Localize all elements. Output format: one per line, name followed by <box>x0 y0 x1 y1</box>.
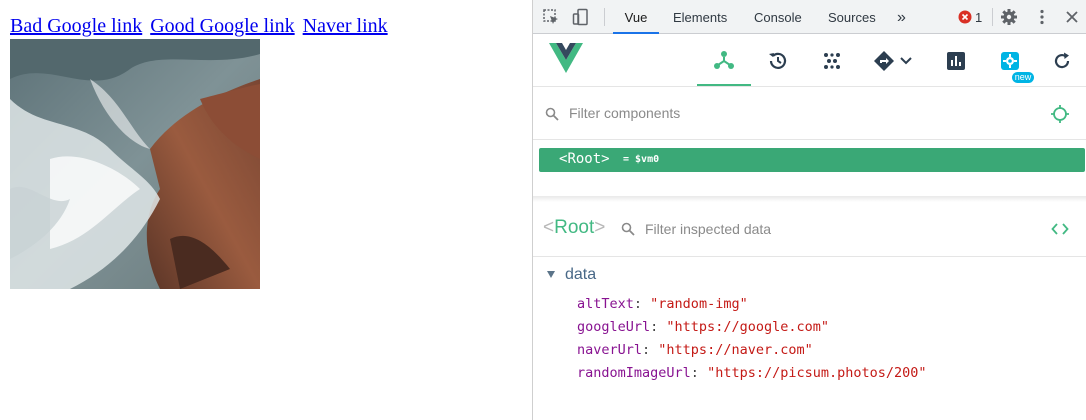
tab-elements[interactable]: Elements <box>673 0 727 34</box>
timeline-tab-button[interactable] <box>751 35 805 86</box>
inspector-header: <Root> Filter inspected data <box>533 202 1086 257</box>
history-icon <box>769 52 787 69</box>
tab-console[interactable]: Console <box>754 0 802 34</box>
vue-devtools-toolbar: new <box>533 35 1086 87</box>
root-node-tag: <Root> <box>559 151 610 167</box>
inspected-data-filter-input[interactable]: Filter inspected data <box>645 221 771 237</box>
inspector-search-icon <box>621 222 635 241</box>
property-value: "https://picsum.photos/200" <box>707 365 927 381</box>
refresh-icon <box>1054 52 1070 68</box>
tab-separator-right <box>992 8 993 26</box>
component-tree-icon <box>714 50 734 69</box>
inspector-title-close: > <box>594 217 606 238</box>
property-key: googleUrl <box>577 319 651 335</box>
inspector-title: <Root> <box>543 217 605 239</box>
close-devtools-icon[interactable] <box>1063 8 1081 26</box>
good-google-link[interactable]: Good Google link <box>150 15 294 37</box>
collapse-arrow-icon[interactable] <box>547 271 555 278</box>
root-node-close-bracket: > <box>601 151 610 167</box>
kebab-menu-icon[interactable] <box>1033 8 1051 26</box>
tab-vue[interactable]: Vue <box>613 0 659 34</box>
rendered-page: Bad Google link Good Google link Naver l… <box>0 0 532 420</box>
data-property-row[interactable]: naverUrl: "https://naver.com" <box>577 342 813 358</box>
link-bar: Bad Google link Good Google link Naver l… <box>10 15 391 38</box>
inspector-data-section: data altText: "random-img" googleUrl: "h… <box>533 258 1086 420</box>
components-filter-input[interactable]: Filter components <box>569 105 680 121</box>
property-value: "https://google.com" <box>666 319 829 335</box>
error-count[interactable]: 1 <box>975 0 982 34</box>
vue-logo-icon <box>549 43 583 78</box>
property-key: naverUrl <box>577 342 643 358</box>
tab-separator <box>604 8 605 26</box>
search-icon <box>545 107 559 126</box>
property-key: randomImageUrl <box>577 365 691 381</box>
inspect-element-icon[interactable] <box>542 8 560 26</box>
root-component-node[interactable]: <Root> = $vm0 <box>539 148 1085 172</box>
inspector-title-open: < <box>543 217 555 238</box>
data-property-row[interactable]: altText: "random-img" <box>577 296 748 312</box>
device-toolbar-icon[interactable] <box>572 8 590 26</box>
property-value: "random-img" <box>650 296 748 312</box>
property-value: "https://naver.com" <box>658 342 813 358</box>
bar-chart-icon <box>947 51 965 70</box>
vuex-dots-icon <box>824 52 840 69</box>
performance-tab-button[interactable] <box>929 35 983 86</box>
error-icon[interactable] <box>958 10 972 24</box>
root-node-vm-ref: = $vm0 <box>623 154 660 165</box>
more-tabs-button[interactable]: » <box>897 0 906 34</box>
refresh-button[interactable] <box>1037 35 1086 86</box>
ocean-rock-photo <box>10 39 260 289</box>
bad-google-link[interactable]: Bad Google link <box>10 15 142 37</box>
data-section-label[interactable]: data <box>565 266 596 284</box>
chevron-down-icon <box>900 56 912 64</box>
routing-tab-button[interactable] <box>863 35 923 86</box>
random-image <box>10 39 260 289</box>
property-key: altText <box>577 296 634 312</box>
inspector-title-name: Root <box>554 217 595 238</box>
tab-sources[interactable]: Sources <box>828 0 876 34</box>
settings-gear-icon[interactable] <box>1000 8 1018 26</box>
data-property-row[interactable]: googleUrl: "https://google.com" <box>577 319 829 335</box>
route-sign-icon <box>874 50 894 71</box>
naver-link[interactable]: Naver link <box>303 15 388 37</box>
select-component-target-icon[interactable] <box>1051 105 1069 128</box>
components-tab-button[interactable] <box>697 35 751 86</box>
vuex-tab-button[interactable] <box>805 35 859 86</box>
root-node-name: Root <box>567 151 602 167</box>
settings-icon <box>1001 51 1019 70</box>
components-filter-bar: Filter components <box>533 88 1086 140</box>
devtools-panel: Vue Elements Console Sources » 1 new Fil… <box>532 0 1086 420</box>
data-property-row[interactable]: randomImageUrl: "https://picsum.photos/2… <box>577 365 927 381</box>
devtools-tab-bar: Vue Elements Console Sources » 1 <box>533 0 1086 34</box>
new-badge: new <box>1012 72 1034 83</box>
code-brackets-icon[interactable] <box>1051 221 1069 242</box>
